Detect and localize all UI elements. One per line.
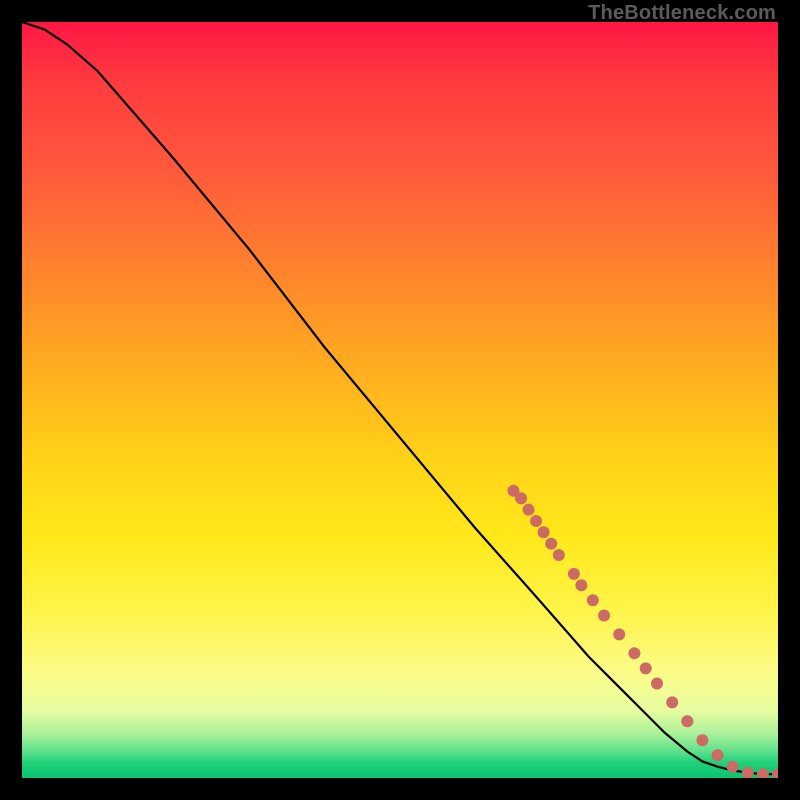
data-marker [523, 504, 535, 516]
plot-area [22, 22, 778, 778]
data-marker [772, 768, 778, 778]
data-marker [651, 678, 663, 690]
data-marker [640, 662, 652, 674]
data-markers [507, 485, 778, 778]
data-marker [628, 647, 640, 659]
data-marker [515, 492, 527, 504]
data-marker [727, 761, 739, 773]
data-marker [538, 526, 550, 538]
data-marker [742, 767, 754, 778]
data-marker [545, 538, 557, 550]
data-marker [575, 579, 587, 591]
data-marker [507, 485, 519, 497]
chart-frame: TheBottleneck.com [0, 0, 800, 800]
data-marker [553, 549, 565, 561]
chart-svg [22, 22, 778, 778]
data-marker [613, 628, 625, 640]
data-marker [696, 734, 708, 746]
data-marker [712, 749, 724, 761]
data-marker [666, 696, 678, 708]
data-marker [681, 715, 693, 727]
curve-line [22, 22, 778, 774]
data-marker [757, 768, 769, 778]
data-marker [587, 594, 599, 606]
data-marker [530, 515, 542, 527]
data-marker [598, 610, 610, 622]
data-marker [568, 568, 580, 580]
